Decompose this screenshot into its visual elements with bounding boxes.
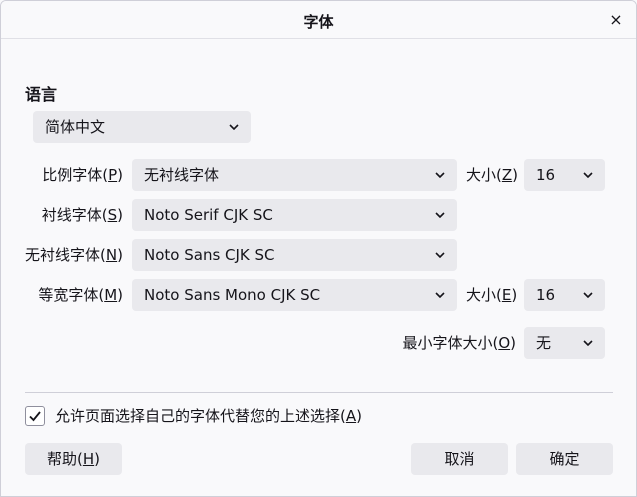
chevron-down-icon	[583, 327, 593, 359]
close-icon: ×	[609, 10, 623, 29]
mono-size-select[interactable]: 16	[524, 279, 605, 311]
language-select[interactable]: 简体中文	[33, 111, 251, 143]
language-select-value: 简体中文	[45, 118, 106, 136]
checkmark-icon	[29, 411, 41, 422]
serif-font-label: 衬线字体(S)	[41, 206, 123, 224]
min-font-size-label: 最小字体大小(O)	[402, 334, 516, 352]
allow-pages-fonts-label[interactable]: 允许页面选择自己的字体代替您的上述选择(A)	[55, 405, 362, 427]
proportional-font-label: 比例字体(P)	[42, 166, 123, 184]
titlebar: 字体 ×	[1, 1, 636, 39]
help-button[interactable]: 帮助(H)	[25, 443, 122, 475]
min-font-size-select[interactable]: 无	[524, 327, 605, 359]
cancel-button[interactable]: 取消	[411, 443, 508, 475]
serif-font-value: Noto Serif CJK SC	[144, 206, 273, 224]
close-button[interactable]: ×	[606, 10, 626, 30]
proportional-size-label: 大小(Z)	[466, 166, 518, 184]
min-font-size-value: 无	[536, 334, 552, 352]
ok-button[interactable]: 确定	[516, 443, 613, 475]
proportional-font-select[interactable]: 无衬线字体	[132, 159, 457, 191]
chevron-down-icon	[229, 111, 239, 143]
chevron-down-icon	[583, 279, 593, 311]
chevron-down-icon	[435, 279, 445, 311]
chevron-down-icon	[583, 159, 593, 191]
sans-font-label: 无衬线字体(N)	[25, 246, 123, 264]
divider	[25, 392, 613, 393]
chevron-down-icon	[435, 159, 445, 191]
allow-pages-fonts-checkbox[interactable]	[25, 406, 45, 426]
mono-size-value: 16	[536, 286, 556, 304]
fonts-dialog: 字体 × 语言 简体中文 比例字体(P) 无衬线字体 大小(Z) 16 衬线字体…	[0, 0, 637, 497]
serif-font-select[interactable]: Noto Serif CJK SC	[132, 199, 457, 231]
mono-size-label: 大小(E)	[466, 286, 518, 304]
proportional-size-value: 16	[536, 166, 556, 184]
language-heading: 语言	[25, 85, 58, 104]
dialog-title: 字体	[303, 13, 334, 31]
sans-font-value: Noto Sans CJK SC	[144, 246, 275, 264]
chevron-down-icon	[435, 199, 445, 231]
proportional-size-select[interactable]: 16	[524, 159, 605, 191]
sans-font-select[interactable]: Noto Sans CJK SC	[132, 239, 457, 271]
chevron-down-icon	[435, 239, 445, 271]
mono-font-value: Noto Sans Mono CJK SC	[144, 286, 321, 304]
mono-font-select[interactable]: Noto Sans Mono CJK SC	[132, 279, 457, 311]
mono-font-label: 等宽字体(M)	[38, 286, 123, 304]
proportional-font-value: 无衬线字体	[144, 166, 220, 184]
